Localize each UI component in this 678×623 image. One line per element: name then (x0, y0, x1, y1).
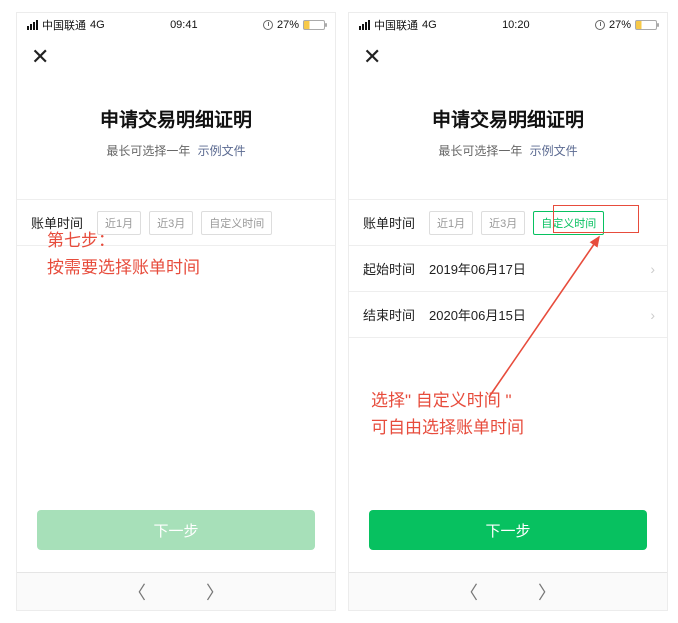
nav-bar: ✕ (17, 37, 335, 77)
bill-time-label: 账单时间 (363, 213, 429, 232)
annotation-step7: 第七步： 按需要选择账单时间 (47, 227, 200, 281)
clock-time: 09:41 (170, 19, 198, 31)
network-label: 4G (422, 19, 437, 31)
nav-forward-icon[interactable]: 〉 (206, 579, 224, 605)
page-content: 申请交易明细证明 最长可选择一年 示例文件 账单时间 近1月 近3月 自定义时间… (349, 77, 667, 572)
example-file-link[interactable]: 示例文件 (198, 144, 246, 158)
end-time-value: 2020年06月15日 (429, 305, 526, 324)
page-content: 申请交易明细证明 最长可选择一年 示例文件 账单时间 近1月 近3月 自定义时间… (17, 77, 335, 572)
chip-custom[interactable]: 自定义时间 (533, 211, 604, 235)
phone-right: 中国联通 4G 10:20 27% ✕ 申请交易明细证明 最长可选择一年 示例文… (348, 12, 668, 611)
example-file-link[interactable]: 示例文件 (530, 144, 578, 158)
alarm-icon (263, 20, 273, 30)
chevron-right-icon: › (650, 307, 655, 323)
carrier-label: 中国联通 (374, 17, 418, 33)
start-time-label: 起始时间 (363, 259, 429, 278)
annotation-custom-time: 选择" 自定义时间 " 可自由选择账单时间 (371, 387, 524, 441)
end-time-row[interactable]: 结束时间 2020年06月15日 › (349, 292, 667, 338)
clock-time: 10:20 (502, 19, 530, 31)
status-bar: 中国联通 4G 10:20 27% (349, 13, 667, 37)
nav-back-icon[interactable]: 〈 (128, 579, 146, 605)
battery-percent: 27% (609, 19, 631, 31)
next-button[interactable]: 下一步 (37, 510, 315, 550)
bottom-nav: 〈 〉 (349, 572, 667, 610)
page-title: 申请交易明细证明 (17, 105, 335, 132)
nav-forward-icon[interactable]: 〉 (538, 579, 556, 605)
page-subtitle: 最长可选择一年 示例文件 (349, 142, 667, 159)
close-icon[interactable]: ✕ (31, 46, 49, 68)
subtitle-text: 最长可选择一年 (106, 144, 190, 158)
bottom-nav: 〈 〉 (17, 572, 335, 610)
end-time-label: 结束时间 (363, 305, 429, 324)
chevron-right-icon: › (650, 261, 655, 277)
page-title: 申请交易明细证明 (349, 105, 667, 132)
alarm-icon (595, 20, 605, 30)
subtitle-text: 最长可选择一年 (438, 144, 522, 158)
next-button[interactable]: 下一步 (369, 510, 647, 550)
nav-bar: ✕ (349, 37, 667, 77)
page-subtitle: 最长可选择一年 示例文件 (17, 142, 335, 159)
signal-icon (359, 20, 370, 30)
bill-time-row: 账单时间 近1月 近3月 自定义时间 (349, 200, 667, 246)
status-bar: 中国联通 4G 09:41 27% (17, 13, 335, 37)
nav-back-icon[interactable]: 〈 (460, 579, 478, 605)
battery-icon (303, 20, 325, 30)
start-time-value: 2019年06月17日 (429, 259, 526, 278)
signal-icon (27, 20, 38, 30)
start-time-row[interactable]: 起始时间 2019年06月17日 › (349, 246, 667, 292)
close-icon[interactable]: ✕ (363, 46, 381, 68)
battery-percent: 27% (277, 19, 299, 31)
battery-icon (635, 20, 657, 30)
carrier-label: 中国联通 (42, 17, 86, 33)
chip-3month[interactable]: 近3月 (481, 211, 525, 235)
chip-1month[interactable]: 近1月 (429, 211, 473, 235)
chip-custom[interactable]: 自定义时间 (201, 211, 272, 235)
phone-left: 中国联通 4G 09:41 27% ✕ 申请交易明细证明 最长可选择一年 示例文… (16, 12, 336, 611)
network-label: 4G (90, 19, 105, 31)
